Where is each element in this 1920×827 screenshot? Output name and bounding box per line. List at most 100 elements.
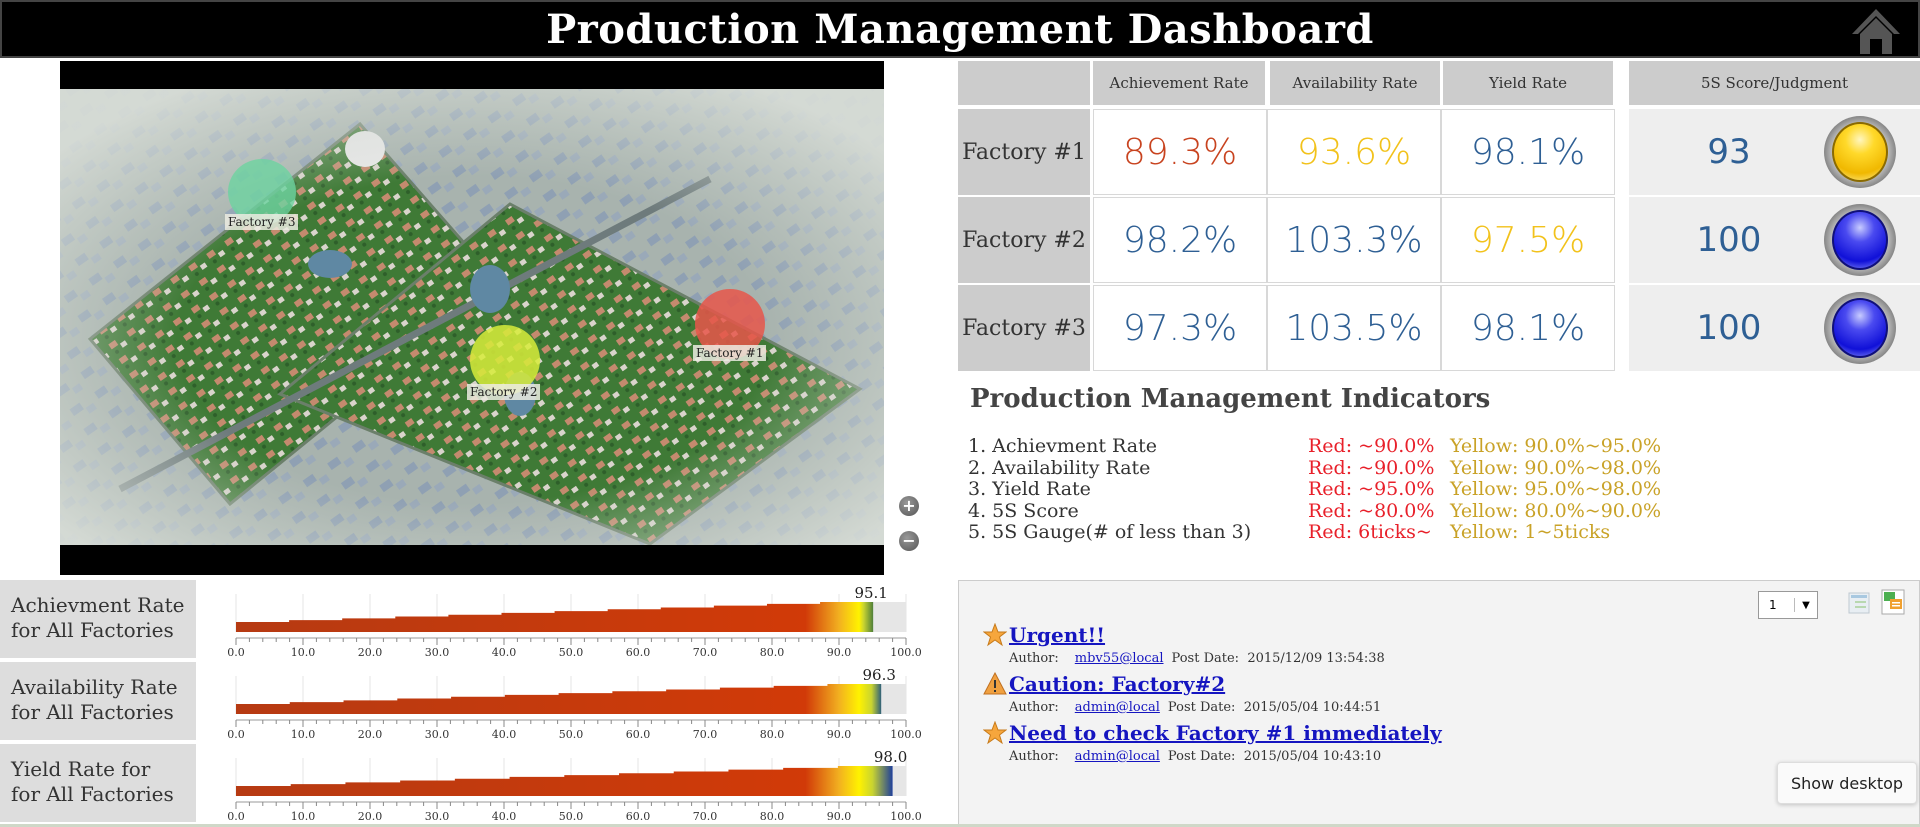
factory-row-header: Factory #2 (958, 197, 1090, 283)
indicator-red-threshold: Red: ~90.0% (1308, 435, 1435, 457)
factory-row-header: Factory #3 (958, 285, 1090, 371)
post-date: 2015/05/04 10:43:10 (1243, 749, 1382, 764)
post-item: Caution: Factory#2 Author: admin@local Post… (983, 671, 1442, 715)
5s-score-value: 100 (1696, 220, 1762, 260)
post-title-link[interactable]: Urgent!! (982, 622, 1442, 647)
yield-rate-value: 98.1% (1441, 285, 1615, 371)
factory-3-label[interactable]: Factory #3 (225, 214, 299, 230)
map-zoom-out-button[interactable]: − (899, 531, 919, 551)
indicator-yellow-threshold: Yellow: 95.0%~98.0% (1450, 478, 1662, 500)
star-icon (982, 720, 1008, 745)
gauge-label-line: Availability Rate (11, 675, 178, 699)
kpi-header-availability: Availability Rate (1270, 61, 1440, 105)
post-author-link[interactable]: mbv55@local (1075, 651, 1164, 666)
linear-gauge: 98.0 0.0 10.0 20.0 30.0 40.0 50.0 60.0 70.0 80.0 9… (227, 744, 926, 823)
home-button[interactable] (1850, 6, 1902, 56)
post-meta: Author: admin@local Post Date: 2015/05/04 … (1009, 749, 1442, 764)
gauge-tick-label: 10.0 (291, 810, 316, 823)
availability-rate-value: 103.5% (1267, 285, 1441, 371)
gauge-tick-label: 60.0 (626, 810, 651, 823)
post-item: Urgent!! Author: mbv55@local Post Date: 201… (982, 622, 1442, 666)
factory-row-header: Factory #1 (958, 109, 1090, 195)
post-author-link[interactable]: admin@local (1075, 700, 1160, 715)
comments-button[interactable] (1881, 589, 1905, 615)
gauge-track (873, 602, 906, 632)
gauge-tick-label: 30.0 (425, 728, 450, 741)
post-date-label: Post Date: (1167, 749, 1236, 764)
list-view-button[interactable] (1847, 591, 1871, 615)
gauge-label: Achievment Rate for All Factories (0, 580, 196, 658)
gauge-tick-label: 90.0 (827, 646, 852, 659)
factory-1-label[interactable]: Factory #1 (693, 345, 767, 361)
indicator-name: 5. 5S Gauge(# of less than 3) (968, 521, 1252, 543)
lamp-light (1832, 122, 1888, 182)
gauge-value-bar (236, 766, 893, 796)
gauge-tick-label: 10.0 (291, 728, 316, 741)
post-meta: Author: mbv55@local Post Date: 2015/12/09 … (1009, 651, 1442, 666)
post-author-link[interactable]: admin@local (1075, 749, 1160, 764)
map-zoom-in-button[interactable]: + (899, 496, 919, 516)
factory-map: Factory #3 Factory #2 Factory #1 (60, 61, 884, 575)
gauge-tick-label: 80.0 (760, 728, 785, 741)
post-title-text[interactable]: Urgent!! (1009, 623, 1105, 647)
indicator-name: 2. Availability Rate (968, 456, 1151, 479)
page-select[interactable]: 1 ▼ (1758, 591, 1818, 619)
gauge-label-line: for All Factories (11, 618, 174, 642)
indicator-row: 1. Achievment Rate Red: ~90.0% Yellow: 90.… (968, 435, 1661, 458)
gauge-tick-label: 60.0 (626, 646, 651, 659)
gauge-tick-label: 50.0 (559, 810, 584, 823)
post-meta: Author: admin@local Post Date: 2015/05/04 … (1009, 700, 1442, 715)
5s-judgment-lamp-icon (1824, 292, 1896, 364)
gauge-tick-label: 60.0 (626, 728, 651, 741)
gauge-value-label: 98.0 (874, 748, 907, 766)
indicator-yellow-threshold: Yellow: 1~5ticks (1450, 521, 1611, 543)
indicator-yellow-threshold: Yellow: 90.0%~98.0% (1450, 456, 1662, 479)
post-title-link[interactable]: Caution: Factory#2 (983, 671, 1442, 696)
gauge-label-line: for All Factories (11, 782, 174, 806)
author-label: Author: (1009, 651, 1059, 666)
gauge-label: Yield Rate for for All Factories (0, 744, 196, 822)
5s-score-value: 100 (1696, 308, 1762, 348)
indicator-row: 4. 5S Score Red: ~80.0% Yellow: 80.0%~90.0… (968, 499, 1661, 523)
aerial-map-image[interactable]: Factory #3 Factory #2 Factory #1 (60, 89, 884, 545)
yield-rate-value: 97.5% (1441, 197, 1615, 283)
gauge-label-line: Achievment Rate (11, 593, 185, 617)
5s-score-value: 93 (1707, 132, 1751, 172)
post-title-text[interactable]: Caution: Factory#2 (1009, 672, 1225, 696)
post-title-text[interactable]: Need to check Factory #1 immediately (1009, 721, 1442, 745)
post-item: Need to check Factory #1 immediately Auth… (982, 720, 1442, 764)
gauge-tick-label: 0.0 (227, 646, 245, 659)
gauge-value-label: 95.1 (854, 584, 887, 602)
linear-gauge: 95.1 0.0 10.0 20.0 30.0 40.0 50.0 60.0 70.0 80.0 9… (227, 580, 926, 659)
home-icon (1852, 9, 1900, 54)
warning-icon (983, 671, 1007, 696)
gauge-value-label: 96.3 (863, 666, 896, 684)
gauge-tick-label: 100.0 (890, 646, 922, 659)
gauge-tick-label: 40.0 (492, 810, 517, 823)
gauge-tick-label: 100.0 (890, 728, 922, 741)
gauge-tick-label: 90.0 (827, 728, 852, 741)
gauge-track (881, 684, 906, 714)
gauge-value-bar (236, 602, 874, 632)
5s-score-cell: 93 (1629, 109, 1920, 195)
gauge-tick-label: 70.0 (693, 810, 718, 823)
gauge-tick-label: 100.0 (890, 810, 922, 823)
achievement-rate-value: 97.3% (1093, 285, 1267, 371)
5s-judgment-lamp-icon (1824, 116, 1896, 188)
gauge-value-bar (236, 684, 882, 714)
post-date-label: Post Date: (1171, 651, 1240, 666)
indicator-name: 3. Yield Rate (968, 478, 1091, 500)
factory-2-label[interactable]: Factory #2 (467, 384, 541, 400)
5s-judgment-lamp-icon (1824, 204, 1896, 276)
indicator-red-threshold: Red: ~80.0% (1308, 499, 1435, 522)
post-title-link[interactable]: Need to check Factory #1 immediately (982, 720, 1442, 745)
linear-gauge: 96.3 0.0 10.0 20.0 30.0 40.0 50.0 60.0 70.0 80.0 9… (227, 662, 926, 741)
indicator-name: 4. 5S Score (968, 499, 1079, 522)
show-desktop-tooltip: Show desktop (1777, 762, 1917, 804)
gauge-tick-label: 80.0 (760, 810, 785, 823)
kpi-corner (958, 61, 1090, 105)
kpi-header-achievement: Achievement Rate (1093, 61, 1265, 105)
list-view-icon (1848, 592, 1870, 614)
notice-board: 1 ▼ Urgent!! Author: mbv55@local Post Date:… (958, 580, 1920, 827)
availability-rate-value: 93.6% (1267, 109, 1441, 195)
